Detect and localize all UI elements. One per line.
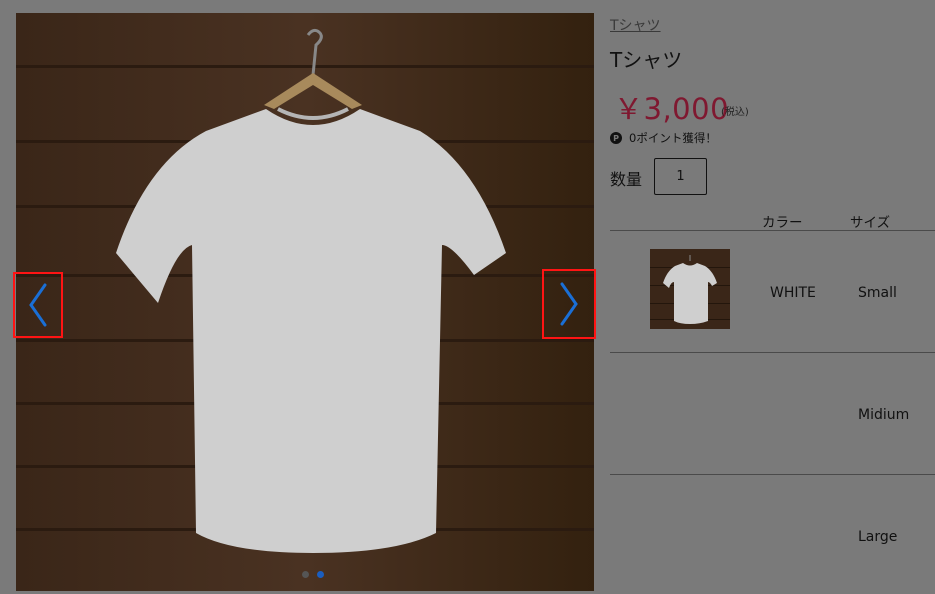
points-text: 0ポイント獲得！ xyxy=(629,131,717,145)
carousel-dot[interactable] xyxy=(302,571,309,578)
product-image-gallery xyxy=(16,13,594,591)
product-title: Tシャツ xyxy=(610,48,683,72)
variant-size-value[interactable]: Large xyxy=(858,529,897,545)
carousel-dot-active[interactable] xyxy=(317,571,324,578)
quantity-label: 数量 xyxy=(610,170,643,189)
table-divider xyxy=(610,352,935,353)
product-image xyxy=(16,13,594,591)
variant-header-size: サイズ xyxy=(850,215,891,231)
variant-thumbnail-image xyxy=(650,249,730,329)
variant-thumbnail[interactable] xyxy=(650,249,730,329)
product-price: ￥3,000 xyxy=(614,92,730,126)
quantity-input[interactable] xyxy=(654,158,707,195)
carousel-prev-button[interactable] xyxy=(13,272,63,338)
variant-size-value[interactable]: Small xyxy=(858,285,897,301)
chevron-left-icon xyxy=(29,283,47,327)
table-divider xyxy=(610,230,935,231)
breadcrumb-category-link[interactable]: Tシャツ xyxy=(610,15,661,35)
variant-color-value: WHITE xyxy=(770,285,816,301)
chevron-right-icon xyxy=(560,282,578,326)
carousel-next-button[interactable] xyxy=(542,269,596,339)
tax-note: (税込) xyxy=(721,107,749,118)
points-info: P 0ポイント獲得！ xyxy=(610,130,717,146)
points-icon: P xyxy=(610,132,622,144)
variant-header-color: カラー xyxy=(762,215,803,231)
variant-size-value[interactable]: Midium xyxy=(858,407,909,423)
table-divider xyxy=(610,474,935,475)
